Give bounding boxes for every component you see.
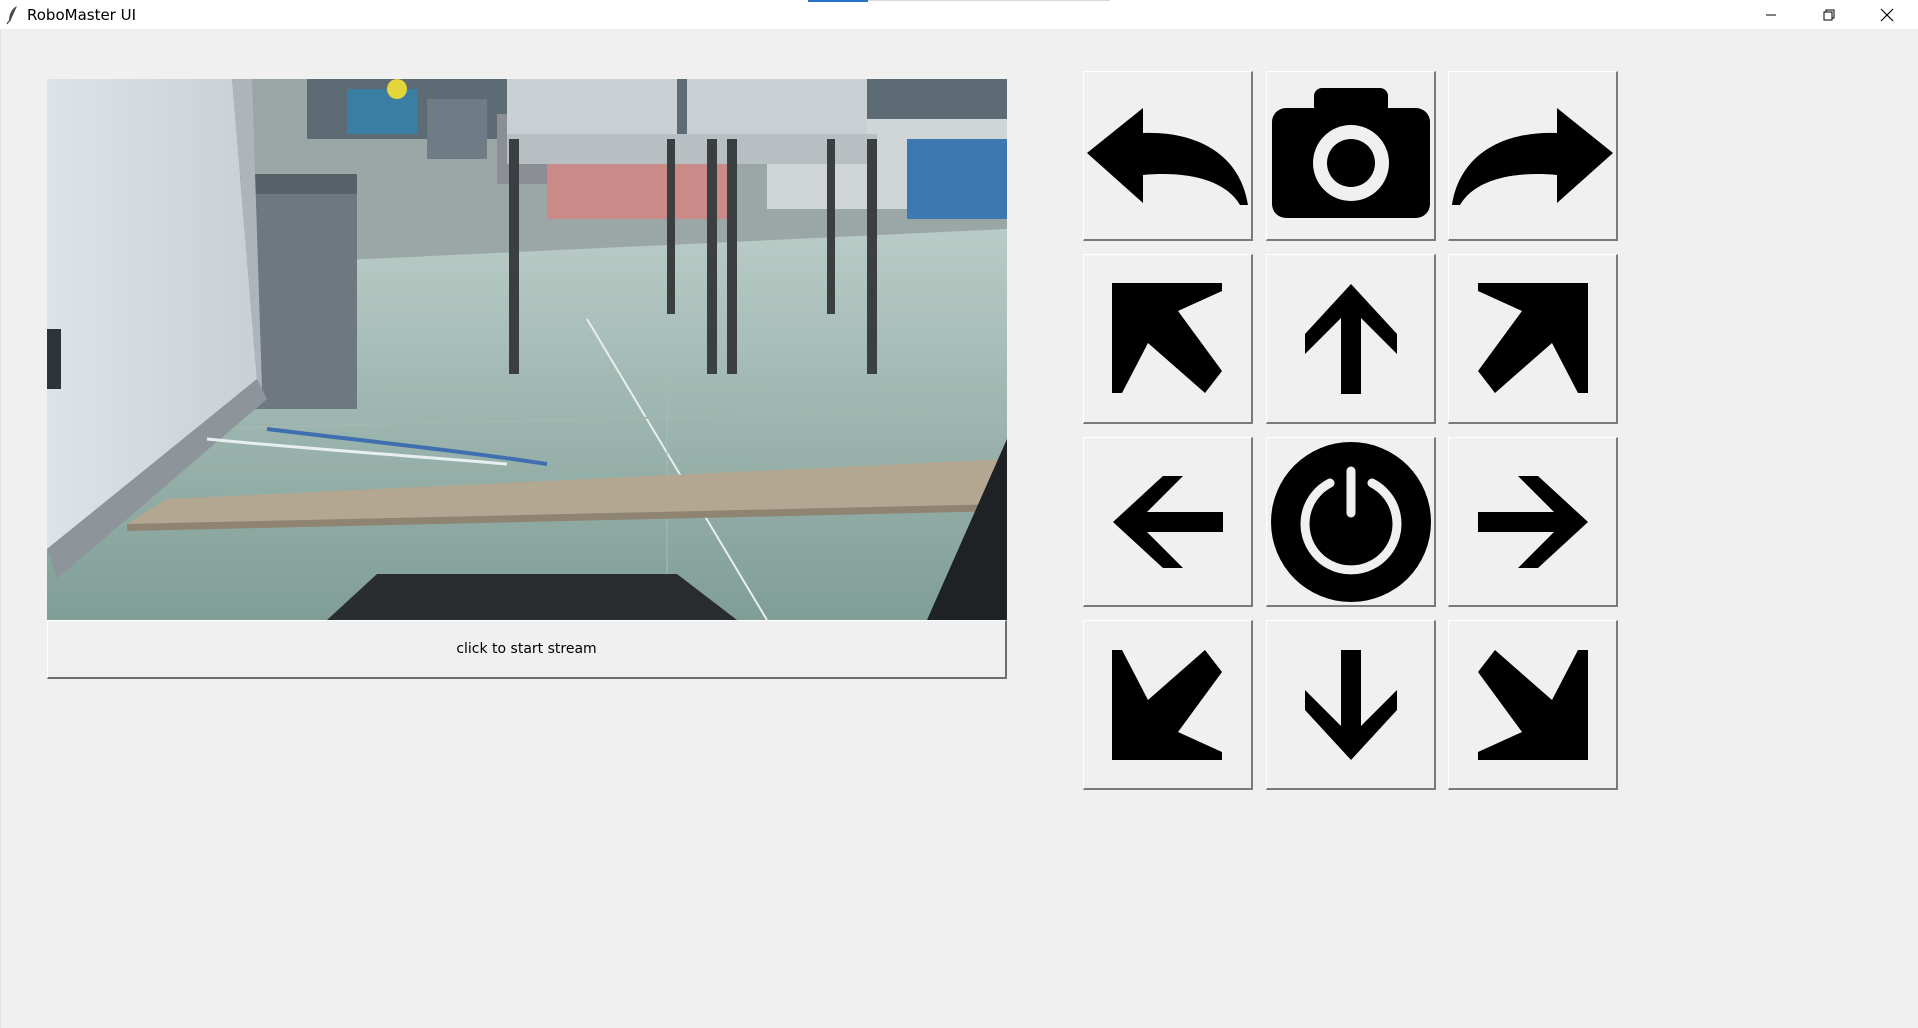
move-back-left-button[interactable] xyxy=(1083,620,1253,790)
arrow-right-icon xyxy=(1477,475,1588,568)
restore-button[interactable] xyxy=(1800,0,1858,29)
restore-icon xyxy=(1823,9,1835,20)
video-frame xyxy=(47,79,1007,620)
arrow-down-right-icon xyxy=(1478,650,1588,760)
curved-arrow-left-icon xyxy=(1087,108,1248,205)
focus-indicator-track xyxy=(868,0,1110,1)
turn-right-button[interactable] xyxy=(1448,71,1618,241)
move-back-right-button[interactable] xyxy=(1448,620,1618,790)
focus-indicator xyxy=(808,0,868,2)
arrow-up-left-icon xyxy=(1112,283,1222,393)
minimize-icon xyxy=(1766,14,1776,15)
close-button[interactable] xyxy=(1858,0,1916,29)
arrow-down-icon xyxy=(1304,649,1397,760)
power-icon xyxy=(1270,441,1431,602)
move-forward-right-button[interactable] xyxy=(1448,254,1618,424)
turn-left-button[interactable] xyxy=(1083,71,1253,241)
arrow-down-left-icon xyxy=(1112,650,1222,760)
window-title: RoboMaster UI xyxy=(27,6,137,24)
arrow-left-icon xyxy=(1112,475,1223,568)
capture-photo-button[interactable] xyxy=(1266,71,1436,241)
video-stream xyxy=(47,79,1007,620)
move-forward-button[interactable] xyxy=(1266,254,1436,424)
feather-icon xyxy=(6,6,17,25)
close-icon xyxy=(1880,8,1894,21)
move-left-button[interactable] xyxy=(1083,437,1253,607)
move-forward-left-button[interactable] xyxy=(1083,254,1253,424)
start-stream-button[interactable]: click to start stream xyxy=(47,620,1007,679)
move-right-button[interactable] xyxy=(1448,437,1618,607)
power-button[interactable] xyxy=(1266,437,1436,607)
title-bar: RoboMaster UI xyxy=(0,0,1918,29)
minimize-button[interactable] xyxy=(1742,0,1800,29)
arrow-up-icon xyxy=(1304,283,1397,394)
camera-icon xyxy=(1271,88,1430,218)
move-back-button[interactable] xyxy=(1266,620,1436,790)
curved-arrow-right-icon xyxy=(1452,108,1613,205)
arrow-up-right-icon xyxy=(1478,283,1588,393)
